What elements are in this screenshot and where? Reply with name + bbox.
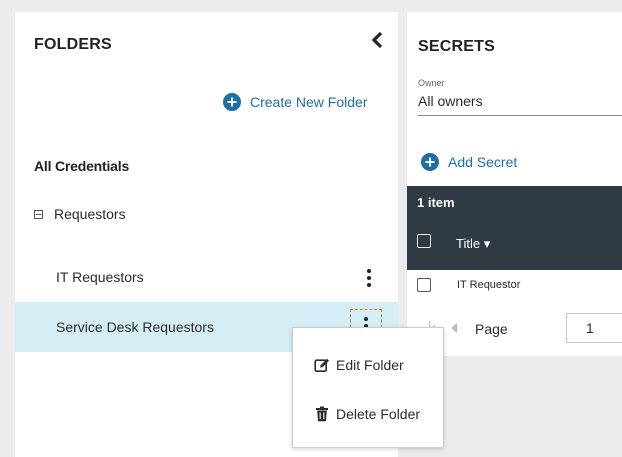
collapse-minus-icon[interactable] — [34, 209, 43, 219]
folder-context-menu: Edit Folder Delete Folder — [292, 327, 444, 448]
page-number-input[interactable]: 1 — [566, 313, 622, 343]
all-credentials-item[interactable]: All Credentials — [34, 158, 129, 174]
column-header-title[interactable]: Title ▾ — [456, 236, 490, 252]
chevron-left-icon — [371, 31, 383, 49]
kebab-menu-icon — [367, 269, 371, 287]
page-label: Page — [475, 321, 508, 337]
folder-item-menu-button[interactable] — [363, 266, 375, 290]
item-count: 1 item — [417, 195, 455, 210]
create-new-folder-label: Create New Folder — [250, 94, 368, 110]
add-secret-label: Add Secret — [448, 154, 518, 170]
plus-circle-icon — [421, 153, 439, 171]
table-row[interactable]: IT Requestor — [407, 270, 622, 301]
folder-item-it-requestors[interactable]: IT Requestors — [15, 252, 398, 302]
delete-folder-label: Delete Folder — [336, 406, 421, 422]
trash-icon — [313, 406, 330, 423]
collapse-panel-button[interactable] — [366, 28, 388, 52]
create-new-folder-button[interactable]: Create New Folder — [223, 93, 368, 111]
row-checkbox[interactable] — [417, 278, 431, 292]
delete-folder-menu-item[interactable]: Delete Folder — [293, 394, 443, 434]
plus-circle-icon — [223, 93, 241, 111]
folder-item-label: IT Requestors — [56, 269, 144, 285]
edit-icon — [313, 357, 330, 374]
secrets-header-area: SECRETS Owner All owners Add Secret — [407, 12, 622, 186]
folder-item-label: Service Desk Requestors — [56, 319, 214, 335]
edit-folder-label: Edit Folder — [336, 357, 404, 373]
folder-group-requestors[interactable]: Requestors — [34, 206, 126, 222]
edit-folder-menu-item[interactable]: Edit Folder — [293, 345, 443, 385]
prev-page-icon[interactable] — [451, 323, 457, 333]
select-all-checkbox[interactable] — [417, 234, 431, 248]
add-secret-button[interactable]: Add Secret — [421, 153, 517, 171]
secrets-table-header: 1 item Title ▾ — [407, 186, 622, 270]
secrets-title: SECRETS — [418, 38, 495, 55]
owner-filter-label: Owner — [418, 78, 445, 88]
row-title: IT Requestor — [457, 279, 521, 291]
folder-group-label: Requestors — [54, 206, 126, 222]
folders-title: FOLDERS — [34, 36, 112, 53]
owner-filter-select[interactable]: All owners — [418, 93, 622, 116]
